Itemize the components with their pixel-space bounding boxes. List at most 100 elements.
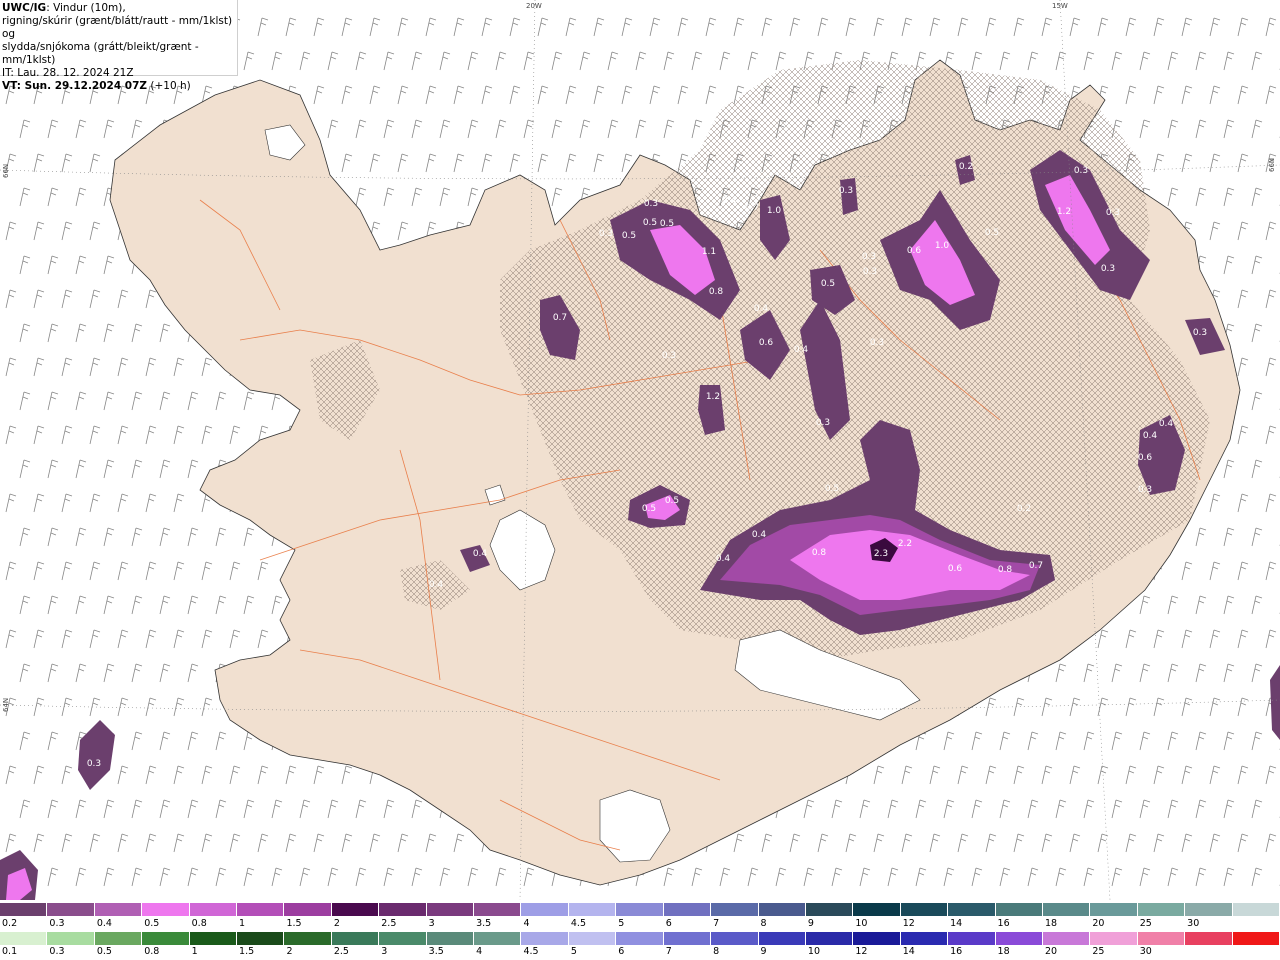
legend-label: 1 [239, 918, 246, 929]
legend-swatch [1185, 932, 1233, 945]
precip-label: 0.5 [643, 218, 657, 228]
legend-label: 0.5 [144, 918, 160, 929]
legend-swatch [995, 903, 1043, 916]
legend-swatch [900, 903, 949, 916]
legend-swatch [189, 932, 238, 945]
lat-label-66n: 66N [2, 163, 10, 178]
legend-swatch [853, 932, 901, 945]
precip-label: 1.1 [702, 247, 716, 257]
legend-swatch [568, 932, 617, 945]
legend-swatch [426, 932, 475, 945]
legend-swatch [474, 903, 522, 916]
legend-swatch [1042, 903, 1091, 916]
legend-label: 3 [428, 918, 435, 929]
legend-label: 8 [713, 946, 720, 957]
legend-swatch [474, 932, 522, 945]
precip-label: 0.5 [642, 504, 656, 514]
legend-label: 25 [1092, 946, 1105, 957]
precip-label: 1.2 [706, 392, 720, 402]
forecast-map[interactable]: 0.3 0.5 0.5 0.3 0.5 0.4 1.0 0.7 1.1 0.8 0.3 0.4 0.6 0… [0, 0, 1280, 900]
precip-label: 0.7 [553, 313, 567, 323]
legend-label: 0.1 [2, 946, 18, 957]
precip-label: 0.8 [812, 548, 827, 558]
legend-swatch [853, 903, 901, 916]
precip-label: 0.8 [709, 287, 724, 297]
legend-label: 3 [381, 946, 388, 957]
legend-label: 8 [760, 918, 767, 929]
legend-label: 10 [855, 918, 868, 929]
legend-label: 20 [1044, 946, 1058, 957]
precip-label: 0.3 [662, 351, 676, 361]
legend-swatch [711, 903, 759, 916]
precip-label: 0.5 [825, 484, 839, 494]
legend-swatch [237, 903, 285, 916]
legend-swatch [189, 903, 238, 916]
legend-swatch [948, 903, 996, 916]
legend-swatch [331, 903, 380, 916]
legend-label: 9 [760, 946, 767, 957]
legend-label: 25 [1139, 918, 1152, 929]
legend-label: 5 [618, 918, 625, 929]
lon-label-15w: 15W [1052, 2, 1068, 10]
precip-label: 0.3 [1193, 328, 1207, 338]
forecast-info-box: UWC/IG: Vindur (10m), rigning/skúrir (gr… [0, 0, 238, 92]
title-line-3: slydda/snjókoma (grátt/bleikt/grænt - mm… [2, 41, 199, 66]
lead-time: (+10 h) [147, 80, 191, 92]
legend-label: 10 [807, 946, 821, 957]
legend-swatch [1090, 903, 1138, 916]
precip-label: 0.3 [644, 199, 658, 209]
legend-swatch [379, 932, 427, 945]
precip-label: 0.7 [745, 203, 759, 213]
legend-label: 14 [902, 946, 915, 957]
precip-label: 0.2 [1017, 504, 1031, 514]
legend-swatch [142, 932, 190, 945]
precip-label: 0.4 [754, 304, 769, 314]
legend-snow-colorbar [0, 903, 1280, 916]
model-name: UWC/IG [2, 2, 47, 14]
legend-label: 0.3 [49, 946, 65, 957]
legend-label: 4.5 [570, 918, 586, 929]
legend-label: 0.3 [49, 918, 65, 929]
init-time: IT: Lau. 28. 12. 2024 21Z [2, 67, 134, 79]
legend-label: 4.5 [523, 946, 539, 957]
precip-label: 0.3 [863, 267, 877, 277]
legend-label: 7 [713, 918, 720, 929]
legend-swatch [900, 932, 949, 945]
title-line-2: rigning/skúrir (grænt/blátt/rautt - mm/1… [2, 15, 233, 40]
legend-label: 0.8 [191, 918, 207, 929]
legend-swatch [237, 932, 285, 945]
precip-label: 0.5 [985, 228, 999, 238]
legend-label: 18 [997, 946, 1010, 957]
legend-label: 4 [476, 946, 483, 957]
legend-label: 16 [997, 918, 1010, 929]
legend-swatch [0, 932, 48, 945]
precip-label: 0.4 [794, 345, 809, 355]
legend-swatch [331, 932, 380, 945]
legend-swatch [94, 932, 143, 945]
legend-label: 16 [950, 946, 963, 957]
precip-label: 0.5 [821, 279, 835, 289]
precip-label: 0.4 [722, 196, 737, 206]
legend-swatch [1137, 932, 1186, 945]
legend-label: 0.4 [96, 918, 112, 929]
legend-label: 3.5 [428, 946, 444, 957]
legend-swatch [379, 903, 427, 916]
legend-swatch [805, 903, 854, 916]
legend-swatch [616, 903, 664, 916]
precip-label: 0.2 [959, 162, 973, 172]
legend-label: 1 [191, 946, 198, 957]
precip-label: 0.6 [1138, 453, 1153, 463]
legend-swatch [94, 903, 143, 916]
precip-label: 0.4 [473, 549, 488, 559]
legend-swatch [1232, 903, 1280, 916]
legend-swatch [1232, 932, 1280, 945]
legend-swatch [521, 932, 569, 945]
legend-swatch [284, 932, 332, 945]
lat-label-64n: 64N [2, 697, 10, 712]
legend-swatch [1137, 903, 1186, 916]
legend-swatch [805, 932, 854, 945]
precip-label: 0.3 [599, 229, 613, 239]
legend-swatch [663, 932, 712, 945]
legend-label: 6 [665, 918, 672, 929]
precip-label: 1.0 [767, 206, 782, 216]
